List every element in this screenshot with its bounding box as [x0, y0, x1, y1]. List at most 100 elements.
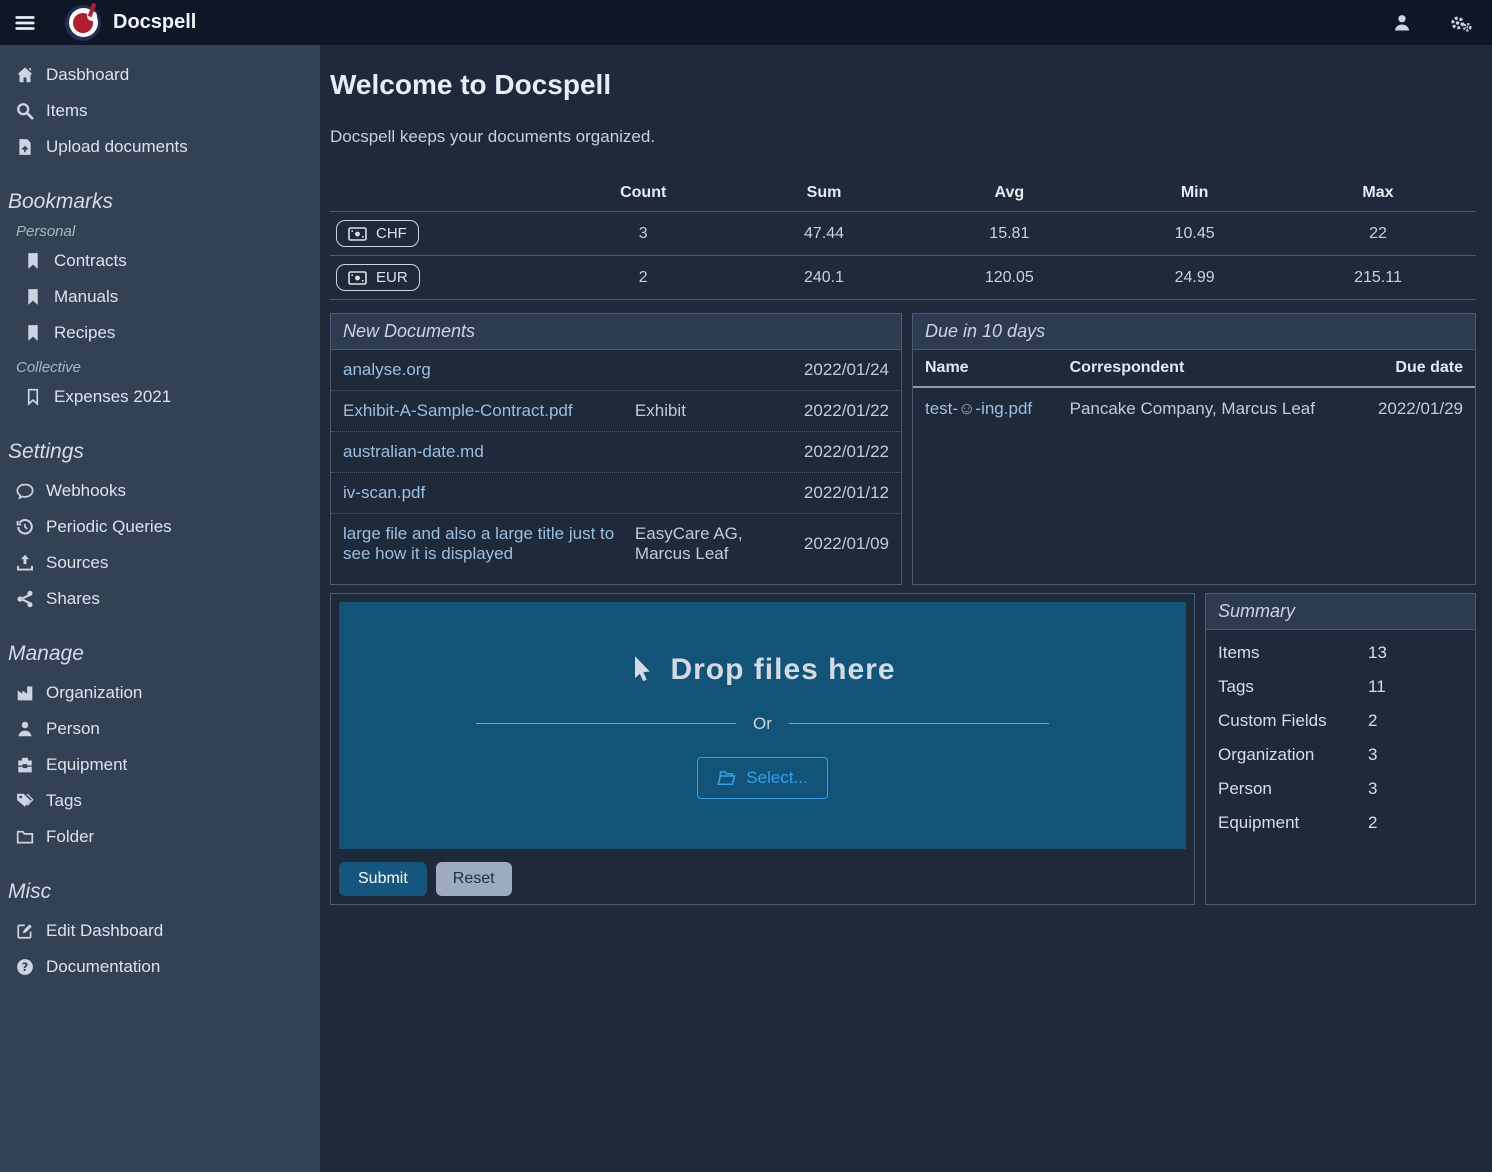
summary-value: 3 [1368, 745, 1377, 765]
drop-label: Drop files here [670, 653, 895, 687]
sidebar-item-shares[interactable]: Shares [0, 581, 320, 617]
document-row: Exhibit-A-Sample-Contract.pdf Exhibit 20… [331, 391, 901, 432]
summary-row: Custom Fields 2 [1206, 704, 1475, 738]
tags-icon [16, 792, 34, 810]
select-files-button[interactable]: Select... [697, 757, 827, 799]
sidebar-item-organization[interactable]: Organization [0, 675, 320, 711]
document-link[interactable]: test-☺-ing.pdf [925, 399, 1032, 418]
stats-header-sum: Sum [739, 175, 910, 212]
help-circle-icon: ? [16, 958, 34, 976]
stats-header-max: Max [1280, 175, 1476, 212]
settings-gears-icon[interactable] [1448, 13, 1472, 33]
submit-button[interactable]: Submit [339, 862, 427, 896]
sidebar-item-recipes[interactable]: Recipes [0, 315, 320, 351]
summary-label: Custom Fields [1218, 711, 1368, 731]
document-date: 2022/01/09 [793, 534, 889, 554]
hamburger-menu-icon[interactable] [14, 12, 36, 34]
sidebar-item-person[interactable]: Person [0, 711, 320, 747]
stats-value: 22 [1280, 212, 1476, 256]
due-header-name: Name [913, 350, 1058, 387]
sidebar-item-label: Manuals [54, 287, 118, 307]
sidebar-item-label: Organization [46, 683, 142, 703]
document-link[interactable]: large file and also a large title just t… [343, 524, 627, 564]
sidebar-item-label: Edit Dashboard [46, 921, 163, 941]
document-date: 2022/01/22 [793, 401, 889, 421]
stats-header-empty [330, 175, 548, 212]
due-row: test-☺-ing.pdf Pancake Company, Marcus L… [913, 387, 1475, 430]
due-header-date: Due date [1355, 350, 1475, 387]
sidebar-item-folder[interactable]: Folder [0, 819, 320, 855]
stats-row-eur: EUR 2 240.1 120.05 24.99 215.11 [330, 256, 1476, 300]
industry-icon [16, 684, 34, 702]
sidebar-item-label: Equipment [46, 755, 127, 775]
document-row: large file and also a large title just t… [331, 514, 901, 574]
due-panel: Due in 10 days Name Correspondent Due da… [912, 313, 1476, 585]
upload-panel: Drop files here Or Select... [330, 593, 1195, 905]
document-link[interactable]: iv-scan.pdf [343, 483, 627, 503]
document-link[interactable]: australian-date.md [343, 442, 627, 462]
document-date: 2022/01/22 [793, 442, 889, 462]
sidebar-item-label: Contracts [54, 251, 127, 271]
currency-badge-eur: EUR [336, 264, 420, 291]
svg-text:?: ? [22, 961, 29, 974]
sidebar-item-dashboard[interactable]: Dasbhoard [0, 57, 320, 93]
summary-row: Person 3 [1206, 772, 1475, 806]
sidebar-item-manuals[interactable]: Manuals [0, 279, 320, 315]
summary-row: Organization 3 [1206, 738, 1475, 772]
new-documents-panel: New Documents analyse.org 2022/01/24 Exh… [330, 313, 902, 585]
edit-icon [16, 922, 34, 940]
sidebar-item-upload-documents[interactable]: Upload documents [0, 129, 320, 165]
stats-header-min: Min [1109, 175, 1280, 212]
sidebar-item-documentation[interactable]: ? Documentation [0, 949, 320, 985]
document-correspondent: Exhibit [635, 401, 785, 421]
sidebar-item-webhooks[interactable]: Webhooks [0, 473, 320, 509]
currency-code: CHF [376, 225, 407, 242]
summary-value: 11 [1368, 677, 1386, 697]
document-date: 2022/01/12 [793, 483, 889, 503]
stats-value: 215.11 [1280, 256, 1476, 300]
sidebar-section-settings: Settings [8, 440, 320, 464]
sidebar-item-periodic-queries[interactable]: Periodic Queries [0, 509, 320, 545]
bookmarks-group-collective: Collective [16, 359, 320, 376]
sidebar-item-label: Periodic Queries [46, 517, 172, 537]
stats-header-avg: Avg [909, 175, 1109, 212]
document-link[interactable]: analyse.org [343, 360, 627, 380]
page-subtitle: Docspell keeps your documents organized. [330, 127, 1476, 147]
stats-value: 3 [548, 212, 739, 256]
file-dropzone[interactable]: Drop files here Or Select... [339, 602, 1186, 849]
sidebar-item-label: Shares [46, 589, 100, 609]
summary-row: Equipment 2 [1206, 806, 1475, 840]
history-icon [16, 518, 34, 536]
sidebar-section-manage: Manage [8, 642, 320, 666]
stats-value: 120.05 [909, 256, 1109, 300]
sidebar-item-tags[interactable]: Tags [0, 783, 320, 819]
currency-badge-chf: CHF [336, 220, 419, 247]
sidebar-item-label: Tags [46, 791, 82, 811]
currency-code: EUR [376, 269, 408, 286]
or-divider: Or [476, 714, 1049, 734]
sidebar-item-expenses-2021[interactable]: Expenses 2021 [0, 379, 320, 415]
user-account-icon[interactable] [1392, 13, 1412, 33]
home-icon [16, 66, 34, 84]
currency-stats-table: Count Sum Avg Min Max CHF 3 47.44 [330, 175, 1476, 300]
comment-icon [16, 482, 34, 500]
sidebar-item-label: Webhooks [46, 481, 126, 501]
stats-row-chf: CHF 3 47.44 15.81 10.45 22 [330, 212, 1476, 256]
sidebar-item-contracts[interactable]: Contracts [0, 243, 320, 279]
summary-row: Items 13 [1206, 636, 1475, 670]
panel-title: New Documents [331, 314, 901, 350]
sidebar-item-label: Folder [46, 827, 94, 847]
bookmark-icon [24, 288, 42, 306]
file-upload-icon [16, 138, 34, 156]
sidebar-item-sources[interactable]: Sources [0, 545, 320, 581]
reset-button[interactable]: Reset [436, 862, 512, 896]
summary-value: 2 [1368, 813, 1377, 833]
stats-value: 2 [548, 256, 739, 300]
stats-value: 240.1 [739, 256, 910, 300]
sidebar-item-items[interactable]: Items [0, 93, 320, 129]
sidebar-item-equipment[interactable]: Equipment [0, 747, 320, 783]
select-button-label: Select... [746, 768, 807, 788]
panel-title: Summary [1206, 594, 1475, 630]
sidebar-item-edit-dashboard[interactable]: Edit Dashboard [0, 913, 320, 949]
document-link[interactable]: Exhibit-A-Sample-Contract.pdf [343, 401, 627, 421]
